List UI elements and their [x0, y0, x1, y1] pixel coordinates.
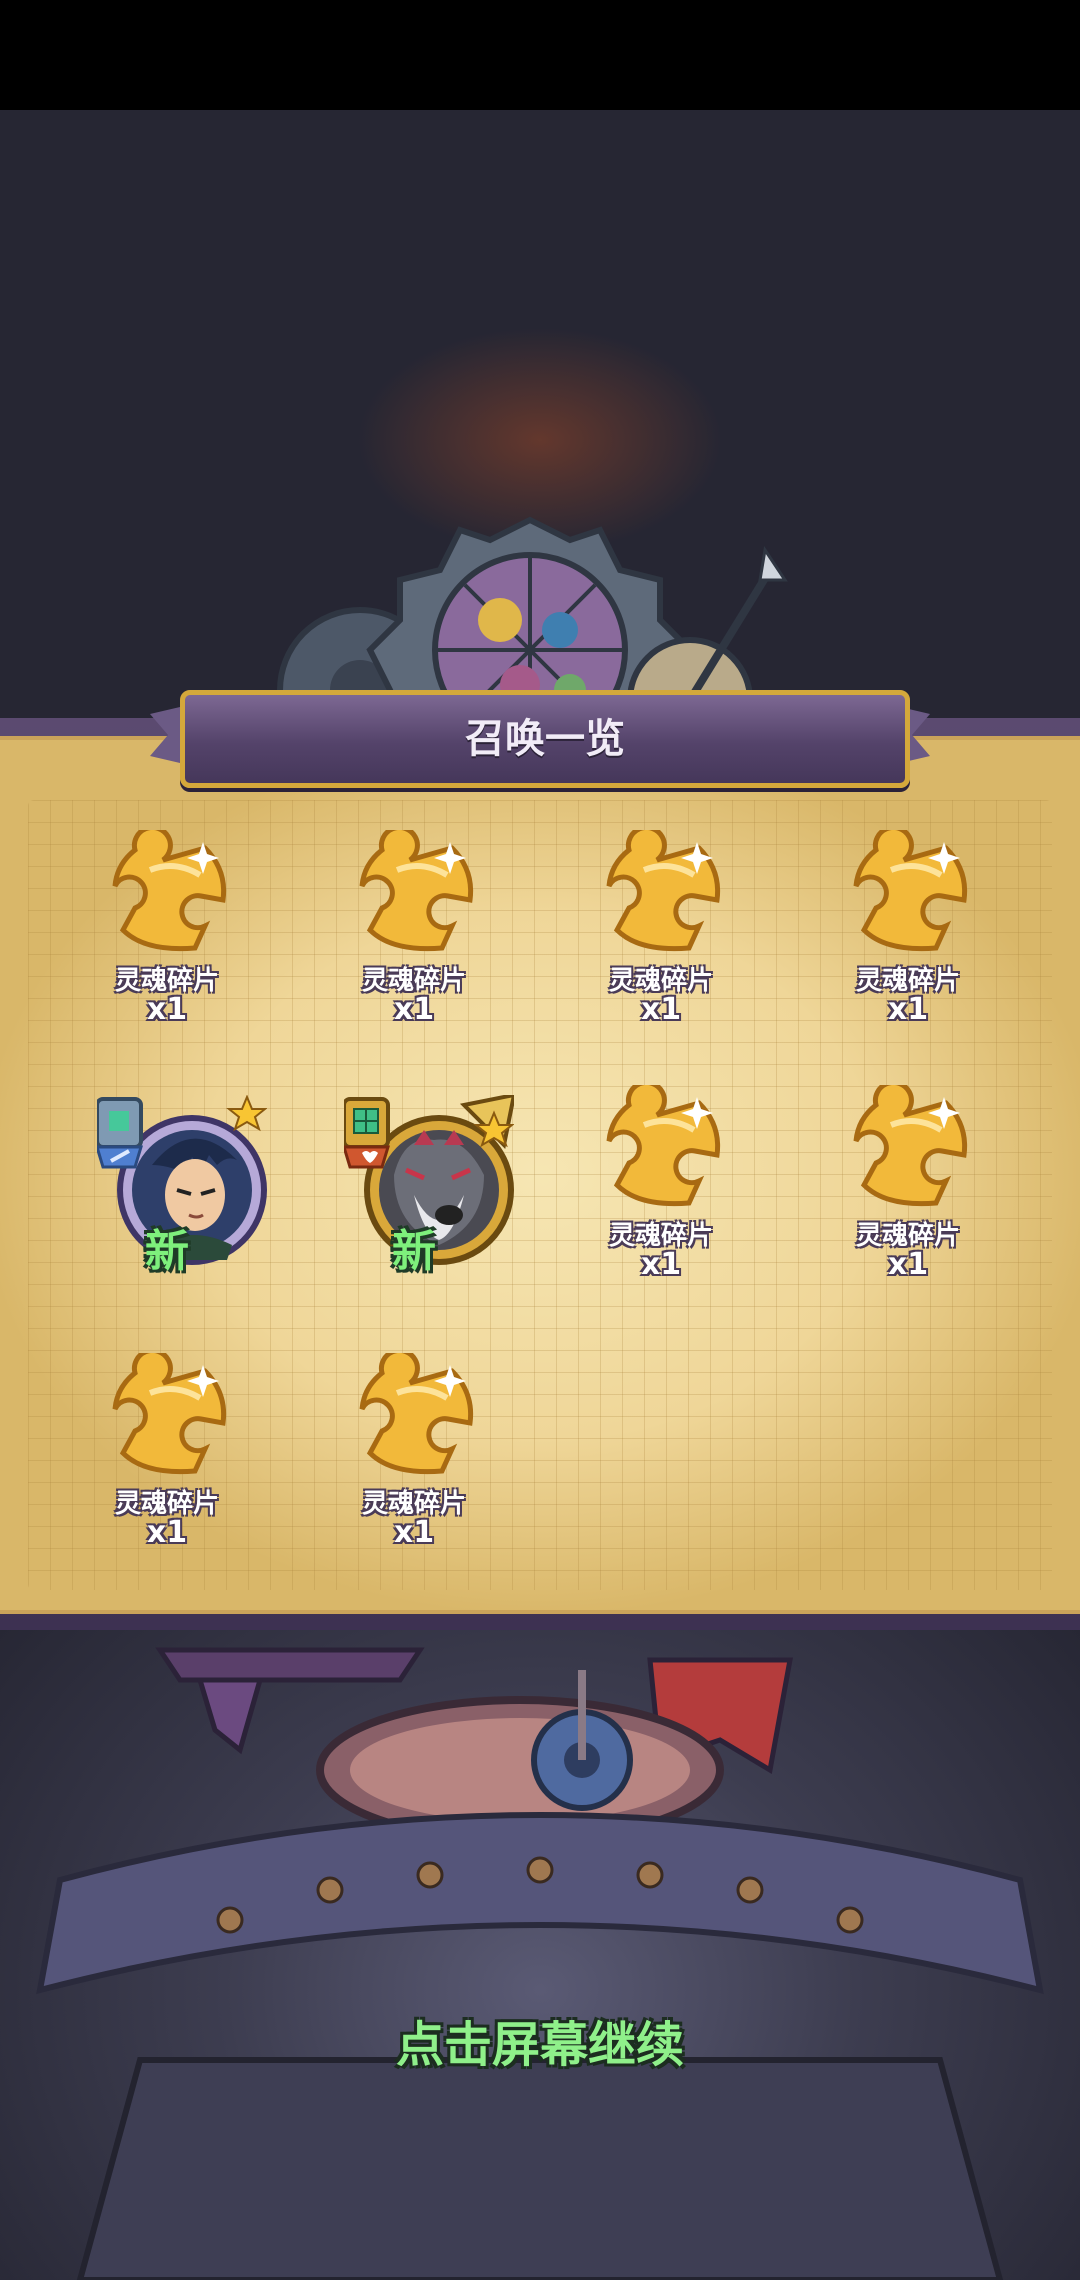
reward-item[interactable]: 灵魂碎片 x1 [314, 1343, 514, 1573]
item-count: x1 [393, 1515, 435, 1550]
soul-shard-icon [606, 830, 721, 952]
item-count: x1 [146, 1515, 188, 1550]
reward-item[interactable]: 灵魂碎片 x1 [67, 820, 267, 1050]
item-count: x1 [146, 992, 188, 1027]
soul-shard-icon [359, 830, 474, 952]
status-bar [0, 0, 1080, 110]
item-count: x1 [887, 1247, 929, 1282]
hero-item[interactable]: 新 [67, 1085, 267, 1305]
soul-shard-icon [112, 830, 227, 952]
item-count: x1 [393, 992, 435, 1027]
item-count: x1 [640, 1247, 682, 1282]
new-tag: 新 [392, 1226, 436, 1277]
reward-item[interactable]: 灵魂碎片 x1 [67, 1343, 267, 1573]
reward-item[interactable]: 灵魂碎片 x1 [808, 820, 1008, 1050]
reward-item[interactable]: 灵魂碎片 x1 [561, 820, 761, 1050]
summon-machine [36, 1647, 1044, 2280]
new-tag: 新 [145, 1226, 189, 1277]
reward-item[interactable]: 灵魂碎片 x1 [314, 820, 514, 1050]
reward-item[interactable]: 灵魂碎片 x1 [808, 1075, 1008, 1305]
star-icon [226, 1095, 267, 1132]
soul-shard-icon [853, 1085, 968, 1207]
item-count: x1 [887, 992, 929, 1027]
item-count: x1 [640, 992, 682, 1027]
panel-title: 召唤一览 [465, 716, 625, 762]
soul-shard-icon [359, 1353, 474, 1475]
soul-shard-icon [606, 1085, 721, 1207]
soul-shard-icon [853, 830, 968, 952]
soul-shard-icon [112, 1353, 227, 1475]
tap-to-continue[interactable]: 点击屏幕继续 [0, 2005, 1080, 2075]
reward-item[interactable]: 灵魂碎片 x1 [561, 1075, 761, 1305]
gear-small-icon [531, 1670, 633, 1811]
hero-item[interactable]: 新 [314, 1085, 514, 1305]
